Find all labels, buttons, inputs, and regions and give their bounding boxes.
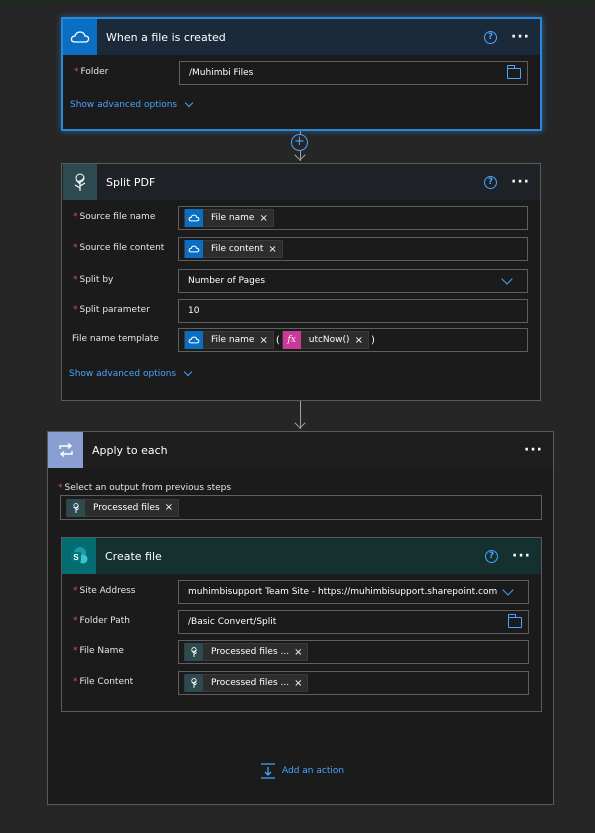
remove-token-icon[interactable]: × [259, 213, 267, 224]
folder-input[interactable]: /Muhimbi Files [179, 61, 528, 85]
chevron-down-icon[interactable] [502, 584, 514, 596]
source-file-content-row: * Source file content File content × [62, 237, 540, 261]
processed-files-token[interactable]: Processed files ... × [184, 674, 309, 692]
muhimbi-tree-icon [185, 674, 203, 692]
remove-token-icon[interactable]: × [294, 678, 302, 689]
create-file-title: Create file [105, 549, 162, 563]
split-parameter-input[interactable]: 10 [178, 299, 528, 323]
create-file-header[interactable]: S Create file ? ··· [62, 538, 541, 574]
more-options-icon[interactable]: ··· [512, 549, 531, 563]
split-by-select[interactable]: Number of Pages [178, 269, 528, 293]
site-address-row: * Site Address muhimbisupport Team Site -… [62, 580, 541, 604]
chevron-down-icon [184, 98, 194, 108]
fx-expression-icon: fx [282, 331, 301, 349]
trigger-header[interactable]: When a file is created ? ··· [63, 19, 540, 55]
remove-token-icon[interactable]: × [259, 335, 267, 346]
loop-icon [48, 432, 83, 468]
onedrive-icon [185, 240, 203, 258]
muhimbi-tree-icon [67, 498, 85, 517]
split-by-label: * Split by [73, 275, 114, 285]
file-name-template-input[interactable]: File name × ( fx utcNow() × ) [178, 328, 528, 352]
folder-path-row: * Folder Path /Basic Convert/Split [62, 610, 541, 634]
site-address-select[interactable]: muhimbisupport Team Site - https://muhim… [178, 580, 529, 604]
file-content-input[interactable]: Processed files ... × [178, 671, 529, 695]
more-options-icon[interactable]: ··· [524, 443, 543, 457]
muhimbi-tree-icon [63, 164, 97, 200]
file-content-row: * File Content Processed files ... × [62, 671, 541, 695]
create-file-card[interactable]: S Create file ? ··· * Site Address muhimb… [61, 537, 542, 712]
folder-picker-icon[interactable] [507, 65, 521, 79]
help-icon[interactable]: ? [484, 175, 498, 189]
sharepoint-icon: S [62, 538, 96, 574]
source-file-content-input[interactable]: File content × [178, 237, 528, 261]
onedrive-icon [185, 209, 203, 227]
split-pdf-title: Split PDF [106, 175, 156, 189]
file-name-row: * File Name Processed files ... × [62, 640, 541, 664]
more-options-icon[interactable]: ··· [511, 175, 530, 189]
file-name-token[interactable]: File name × [184, 209, 274, 227]
folder-row: * Folder /Muhimbi Files [63, 61, 540, 85]
split-pdf-card[interactable]: Split PDF ? ··· * Source file name File n… [61, 163, 541, 401]
arrow-down-icon [294, 149, 306, 161]
help-icon[interactable]: ? [484, 30, 498, 44]
source-file-name-input[interactable]: File name × [178, 206, 528, 230]
onedrive-icon [185, 331, 203, 349]
split-parameter-label: * Split parameter [73, 305, 150, 315]
source-file-content-label: * Source file content [73, 243, 165, 253]
split-pdf-header[interactable]: Split PDF ? ··· [62, 164, 540, 200]
show-advanced-options-link[interactable]: Show advanced options [69, 367, 193, 379]
file-name-input[interactable]: Processed files ... × [178, 640, 529, 664]
remove-token-icon[interactable]: × [268, 244, 276, 255]
utcnow-token[interactable]: fx utcNow() × [281, 331, 369, 349]
add-action-icon [261, 763, 275, 779]
source-file-name-row: * Source file name File name × [62, 206, 540, 230]
folder-picker-icon[interactable] [508, 614, 522, 628]
trigger-card[interactable]: When a file is created ? ··· * Folder /Mu… [61, 17, 542, 131]
file-name-token[interactable]: File name × [184, 331, 274, 349]
file-content-token[interactable]: File content × [184, 240, 283, 258]
folder-label: * Folder [74, 67, 109, 77]
top-status-line [0, 0, 595, 3]
onedrive-icon [63, 19, 97, 55]
muhimbi-tree-icon [185, 643, 203, 661]
chevron-down-icon[interactable] [501, 273, 513, 285]
split-by-row: * Split by Number of Pages [62, 269, 540, 293]
select-output-input[interactable]: Processed files × [60, 495, 542, 520]
chevron-down-icon [183, 367, 193, 377]
processed-files-token[interactable]: Processed files × [66, 498, 180, 517]
file-name-label: * File Name [73, 646, 124, 656]
paren-open: ( [275, 334, 280, 346]
help-icon[interactable]: ? [485, 549, 499, 563]
processed-files-token[interactable]: Processed files ... × [184, 643, 309, 661]
file-name-template-row: File name template File name × ( fx utcN… [62, 328, 540, 352]
file-name-template-label: File name template [72, 334, 159, 344]
select-output-label: * Select an output from previous steps [58, 483, 232, 493]
arrow-down-icon [294, 417, 306, 429]
svg-text:S: S [73, 553, 79, 562]
file-content-label: * File Content [73, 677, 134, 687]
split-parameter-row: * Split parameter 10 [62, 299, 540, 323]
show-advanced-options-link[interactable]: Show advanced options [70, 98, 194, 110]
folder-path-input[interactable]: /Basic Convert/Split [178, 610, 529, 634]
remove-token-icon[interactable]: × [294, 647, 302, 658]
remove-token-icon[interactable]: × [165, 502, 173, 513]
apply-to-each-header[interactable]: Apply to each ··· [48, 432, 553, 468]
apply-to-each-card[interactable]: Apply to each ··· * Select an output from… [47, 431, 554, 805]
folder-path-label: * Folder Path [73, 616, 130, 626]
add-an-action-button[interactable]: Add an action [260, 763, 344, 779]
trigger-title: When a file is created [106, 30, 226, 44]
remove-token-icon[interactable]: × [355, 335, 363, 346]
more-options-icon[interactable]: ··· [511, 30, 530, 44]
apply-to-each-title: Apply to each [92, 443, 168, 457]
paren-close: ) [370, 334, 375, 346]
site-address-label: * Site Address [73, 586, 136, 596]
source-file-name-label: * Source file name [73, 212, 156, 222]
